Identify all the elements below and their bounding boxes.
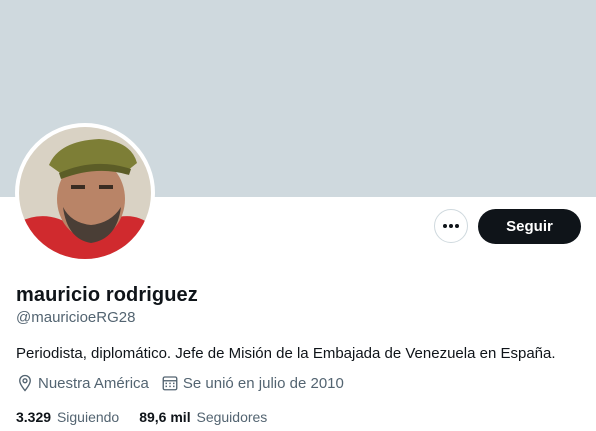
profile-avatar[interactable]	[15, 123, 155, 263]
profile-name: mauricio rodriguez	[16, 284, 198, 306]
calendar-icon	[162, 376, 178, 391]
profile-handle: @mauricioeRG28	[16, 309, 136, 326]
location-item: Nuestra América	[16, 374, 149, 392]
location-pin-icon	[19, 374, 31, 392]
profile-stats: 3.329 Siguiendo 89,6 mil Seguidores	[16, 409, 287, 425]
joined-text: Se unió en julio de 2010	[182, 374, 344, 392]
avatar-image	[19, 127, 151, 259]
followers-label: Seguidores	[196, 409, 268, 425]
profile-meta: Nuestra América Se unió en julio de 2010	[16, 374, 356, 392]
profile-bio: Periodista, diplomático. Jefe de Misión …	[16, 345, 556, 362]
following-count: 3.329	[16, 409, 52, 425]
location-text: Nuestra América	[38, 374, 149, 392]
more-horizontal-icon	[443, 224, 459, 228]
following-label: Siguiendo	[56, 409, 120, 425]
following-link[interactable]: 3.329 Siguiendo	[16, 409, 119, 425]
joined-item: Se unió en julio de 2010	[161, 374, 344, 392]
followers-link[interactable]: 89,6 mil Seguidores	[139, 409, 267, 425]
more-options-button[interactable]	[434, 209, 468, 243]
follow-button[interactable]: Seguir	[478, 209, 581, 244]
followers-count: 89,6 mil	[139, 409, 191, 425]
